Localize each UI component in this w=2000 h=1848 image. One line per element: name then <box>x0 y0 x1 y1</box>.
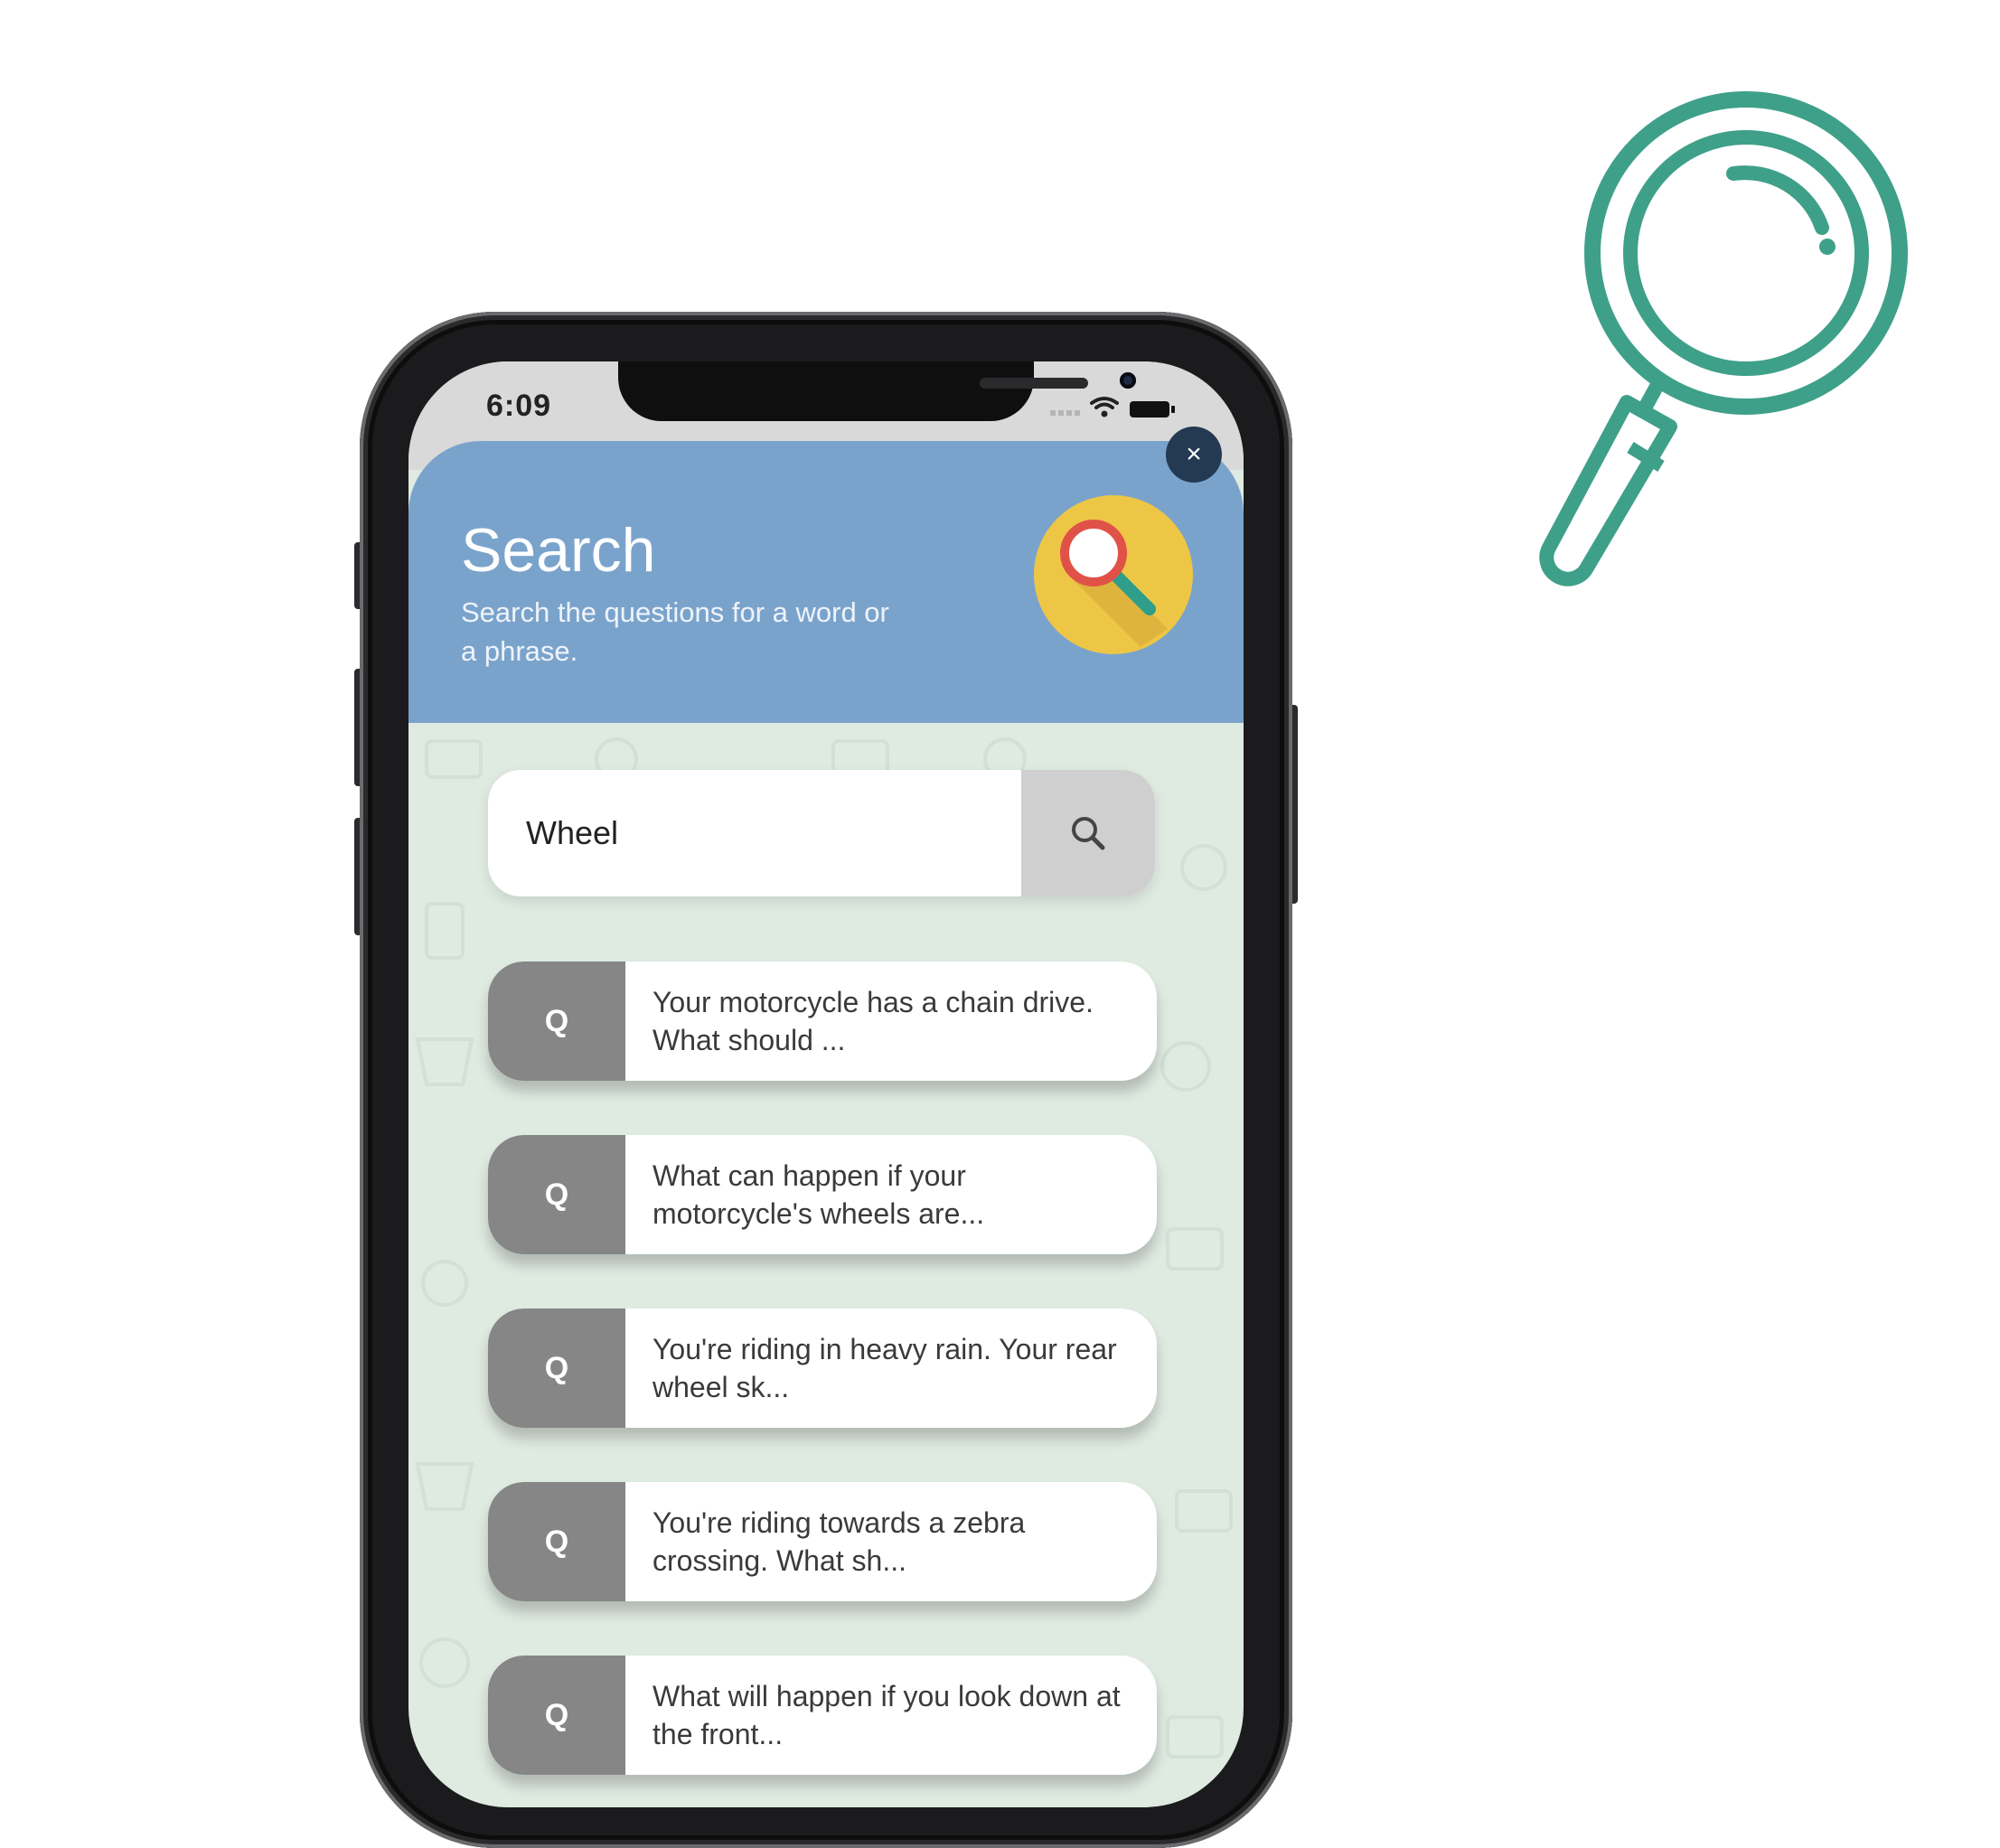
result-item[interactable]: Q What can happen if your motorcycle's w… <box>488 1135 1157 1254</box>
decorative-magnifier-icon <box>1539 91 1908 586</box>
search-input[interactable] <box>488 770 1021 896</box>
front-camera <box>1120 372 1136 389</box>
results-list: Q Your motorcycle has a chain drive. Wha… <box>488 962 1157 1807</box>
signal-icon <box>1050 410 1080 416</box>
search-bar <box>488 770 1155 896</box>
search-badge-icon <box>1034 495 1193 654</box>
status-icons <box>1050 397 1175 417</box>
search-button[interactable] <box>1021 770 1155 896</box>
result-item[interactable]: Q You're riding towards a zebra crossing… <box>488 1482 1157 1601</box>
search-icon <box>1072 817 1105 850</box>
result-text: Your motorcycle has a chain drive. What … <box>653 986 1094 1056</box>
app-screen: 6:09 Search Search the questions for a w… <box>408 361 1244 1807</box>
question-badge: Q <box>488 1482 625 1601</box>
search-header: Search Search the questions for a word o… <box>408 441 1244 723</box>
notch <box>618 361 1136 421</box>
question-badge: Q <box>488 962 625 1081</box>
result-item[interactable]: Q What will happen if you look down at t… <box>488 1656 1157 1775</box>
question-badge: Q <box>488 1309 625 1428</box>
result-item[interactable]: Q Your motorcycle has a chain drive. Wha… <box>488 962 1157 1081</box>
result-text: You're riding in heavy rain. Your rear w… <box>653 1333 1117 1403</box>
close-button[interactable]: × <box>1166 427 1222 483</box>
result-item[interactable]: Q You're riding in heavy rain. Your rear… <box>488 1309 1157 1428</box>
wifi-icon <box>1090 397 1119 409</box>
question-badge: Q <box>488 1135 625 1254</box>
result-text: You're riding towards a zebra crossing. … <box>653 1506 1026 1577</box>
result-text: What will happen if you look down at the… <box>653 1680 1121 1750</box>
page-subtitle: Search the questions for a word or a phr… <box>461 596 889 667</box>
speaker-grille <box>980 378 1088 389</box>
battery-icon <box>1130 401 1175 417</box>
status-time: 6:09 <box>486 389 552 423</box>
page-title: Search <box>461 516 656 585</box>
result-text: What can happen if your motorcycle's whe… <box>653 1159 985 1230</box>
question-badge: Q <box>488 1656 625 1775</box>
